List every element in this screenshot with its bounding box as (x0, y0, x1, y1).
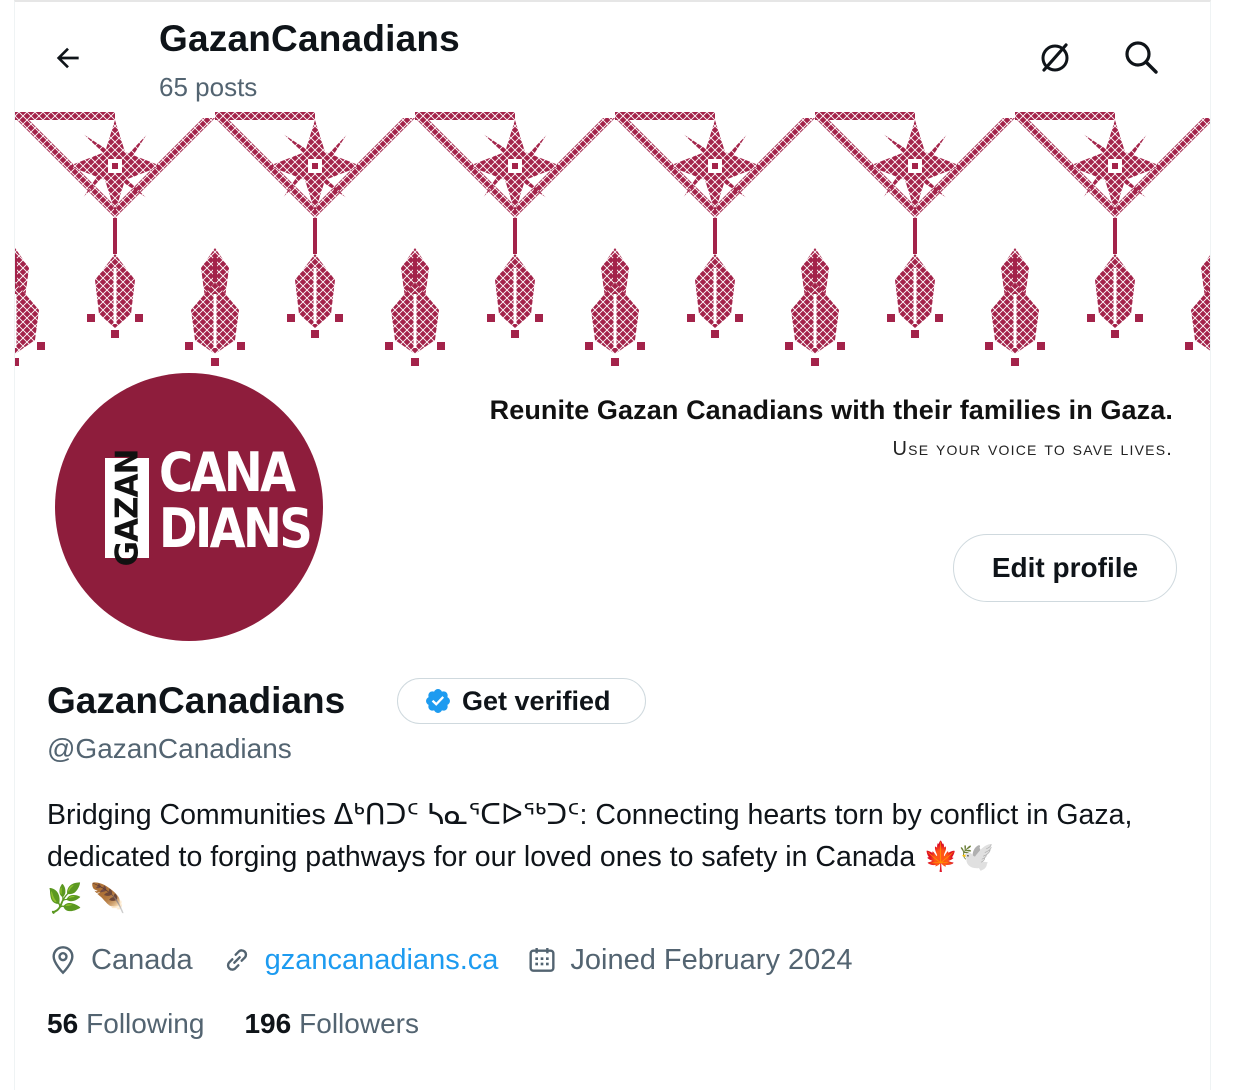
profile-handle: @GazanCanadians (47, 733, 292, 764)
profile-meta: Canada gzancanadians.ca Joined February … (47, 938, 881, 982)
search-icon (1125, 41, 1158, 74)
feather-emoji: 🪶 (90, 882, 126, 915)
verified-badge-icon (426, 689, 450, 713)
logo-vertical-word: GAZAN (109, 449, 146, 567)
banner-tagline: Reunite Gazan Canadians with their famil… (490, 395, 1173, 461)
get-verified-button[interactable]: Get verified (397, 678, 646, 724)
location: Canada (47, 944, 193, 977)
arrow-left-icon (56, 47, 79, 69)
tatreez-motif-repeat (585, 112, 815, 366)
maple-leaf-emoji: 🍁 (923, 840, 959, 873)
followers-link[interactable]: 196 Followers (244, 1008, 419, 1040)
join-date-text: Joined February 2024 (570, 943, 853, 976)
search-button[interactable] (1114, 30, 1168, 84)
website-link[interactable]: gzancanadians.ca (265, 944, 499, 977)
location-text: Canada (91, 943, 193, 976)
profile-name: GazanCanadians (47, 680, 346, 721)
tatreez-motif-repeat (785, 112, 1015, 366)
location-pin-icon (52, 946, 74, 975)
grok-button[interactable] (1028, 30, 1082, 84)
dove-emoji: 🕊️ (958, 840, 995, 873)
profile-bio: Bridging Communities ᐃᒃᑎᑐᑦ ᓴᓇᕐᑕᐅᖅᑐᑦ: Con… (47, 795, 1177, 920)
banner-headline: Reunite Gazan Canadians with their famil… (489, 395, 1173, 425)
followers-count: 196 (244, 1008, 292, 1039)
follow-stats: 56 Following 196 Followers (47, 1008, 459, 1040)
following-label: Following (86, 1008, 205, 1039)
logo-line-2: DIANS (159, 497, 313, 560)
following-count: 56 (47, 1008, 79, 1039)
tatreez-motif-repeat (1185, 112, 1210, 366)
grok-icon (1041, 43, 1069, 72)
get-verified-label: Get verified (462, 685, 611, 716)
tatreez-motif-repeat (385, 112, 615, 366)
link-icon (226, 949, 247, 971)
header-title: GazanCanadians (159, 18, 460, 59)
logo-vertical-box: GAZAN (105, 450, 149, 566)
edit-profile-button[interactable]: Edit profile (953, 534, 1177, 602)
website: gzancanadians.ca (221, 944, 499, 977)
tatreez-motif-repeat (185, 112, 415, 366)
herb-emoji: 🌿 (47, 882, 83, 915)
logo-line-1: CANA (159, 441, 296, 504)
back-button[interactable] (40, 30, 96, 86)
join-date: Joined February 2024 (526, 943, 853, 977)
avatar-logo: GAZAN CANA DIANS (55, 373, 323, 641)
following-link[interactable]: 56 Following (47, 1008, 204, 1040)
post-count: 65 posts (159, 72, 258, 102)
calendar-icon (529, 948, 555, 972)
tatreez-motif-repeat (985, 112, 1210, 366)
tatreez-motif-repeat (15, 112, 215, 366)
followers-label: Followers (299, 1008, 419, 1039)
avatar[interactable]: GAZAN CANA DIANS (48, 366, 330, 648)
banner-subline: Use your voice to save lives. (892, 438, 1173, 460)
logo-wordmark: CANA DIANS (159, 441, 313, 560)
